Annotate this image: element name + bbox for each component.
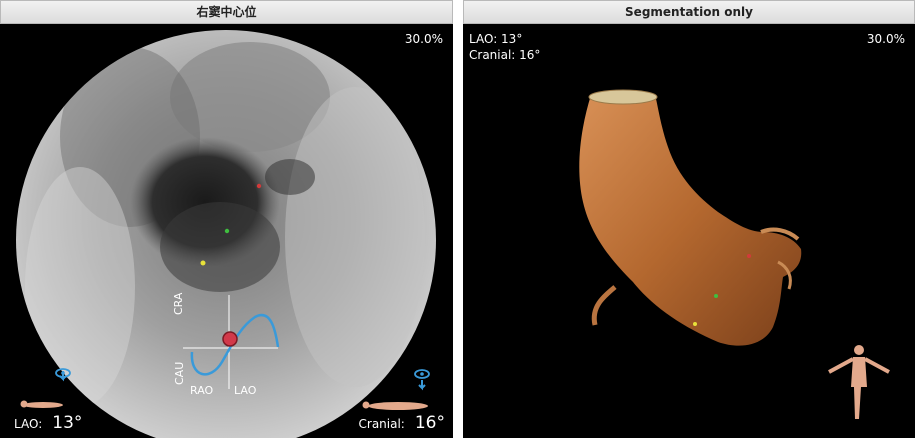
gizmo-label-rao: RAO (190, 384, 214, 397)
aorta-segmentation-render (579, 89, 890, 419)
marker-yellow (693, 322, 697, 326)
gizmo-label-cra: CRA (172, 292, 185, 315)
fluoro-viewport[interactable]: 30.0% CRA CAU RAO LAO LAO: 13° Cranial: 16… (0, 27, 453, 438)
body-figure-icon (828, 345, 890, 419)
cranial-angle-readout: Cranial: 16° (359, 415, 445, 432)
marker-green (714, 294, 718, 298)
gizmo-label-lao: LAO (234, 384, 257, 397)
lao-angle-readout: LAO: 13° (14, 415, 82, 432)
eye-icon (414, 369, 430, 379)
cranial-angle-label: Cranial: (358, 417, 405, 431)
fluoro-image (16, 30, 436, 438)
marker-green (224, 228, 230, 234)
panel-title: Segmentation only (463, 0, 915, 24)
panel-title: 右窦中心位 (0, 0, 453, 24)
fluoro-view-panel[interactable]: 右窦中心位 30.0% CRA CAU RAO LAO LAO: 13° Cra… (0, 0, 453, 438)
gizmo-handle[interactable] (222, 331, 238, 347)
lao-angle-value: 13° (52, 413, 83, 433)
segmentation-view-panel[interactable]: Segmentation only 30.0% LAO: 13° Cranial… (463, 0, 915, 438)
lao-angle-readout: LAO: 13° (469, 32, 523, 46)
marker-yellow (200, 260, 206, 266)
cranial-angle-readout: Cranial: 16° (469, 48, 541, 62)
cranial-angle-value: 16° (414, 413, 445, 433)
marker-red (747, 254, 751, 258)
lao-angle-label: LAO: (14, 417, 43, 431)
segmentation-viewport[interactable]: 30.0% LAO: 13° Cranial: 16° (463, 27, 915, 438)
gizmo-label-cau: CAU (173, 361, 186, 385)
zoom-level: 30.0% (404, 32, 443, 46)
marker-red (256, 183, 262, 189)
zoom-level: 30.0% (866, 32, 905, 46)
